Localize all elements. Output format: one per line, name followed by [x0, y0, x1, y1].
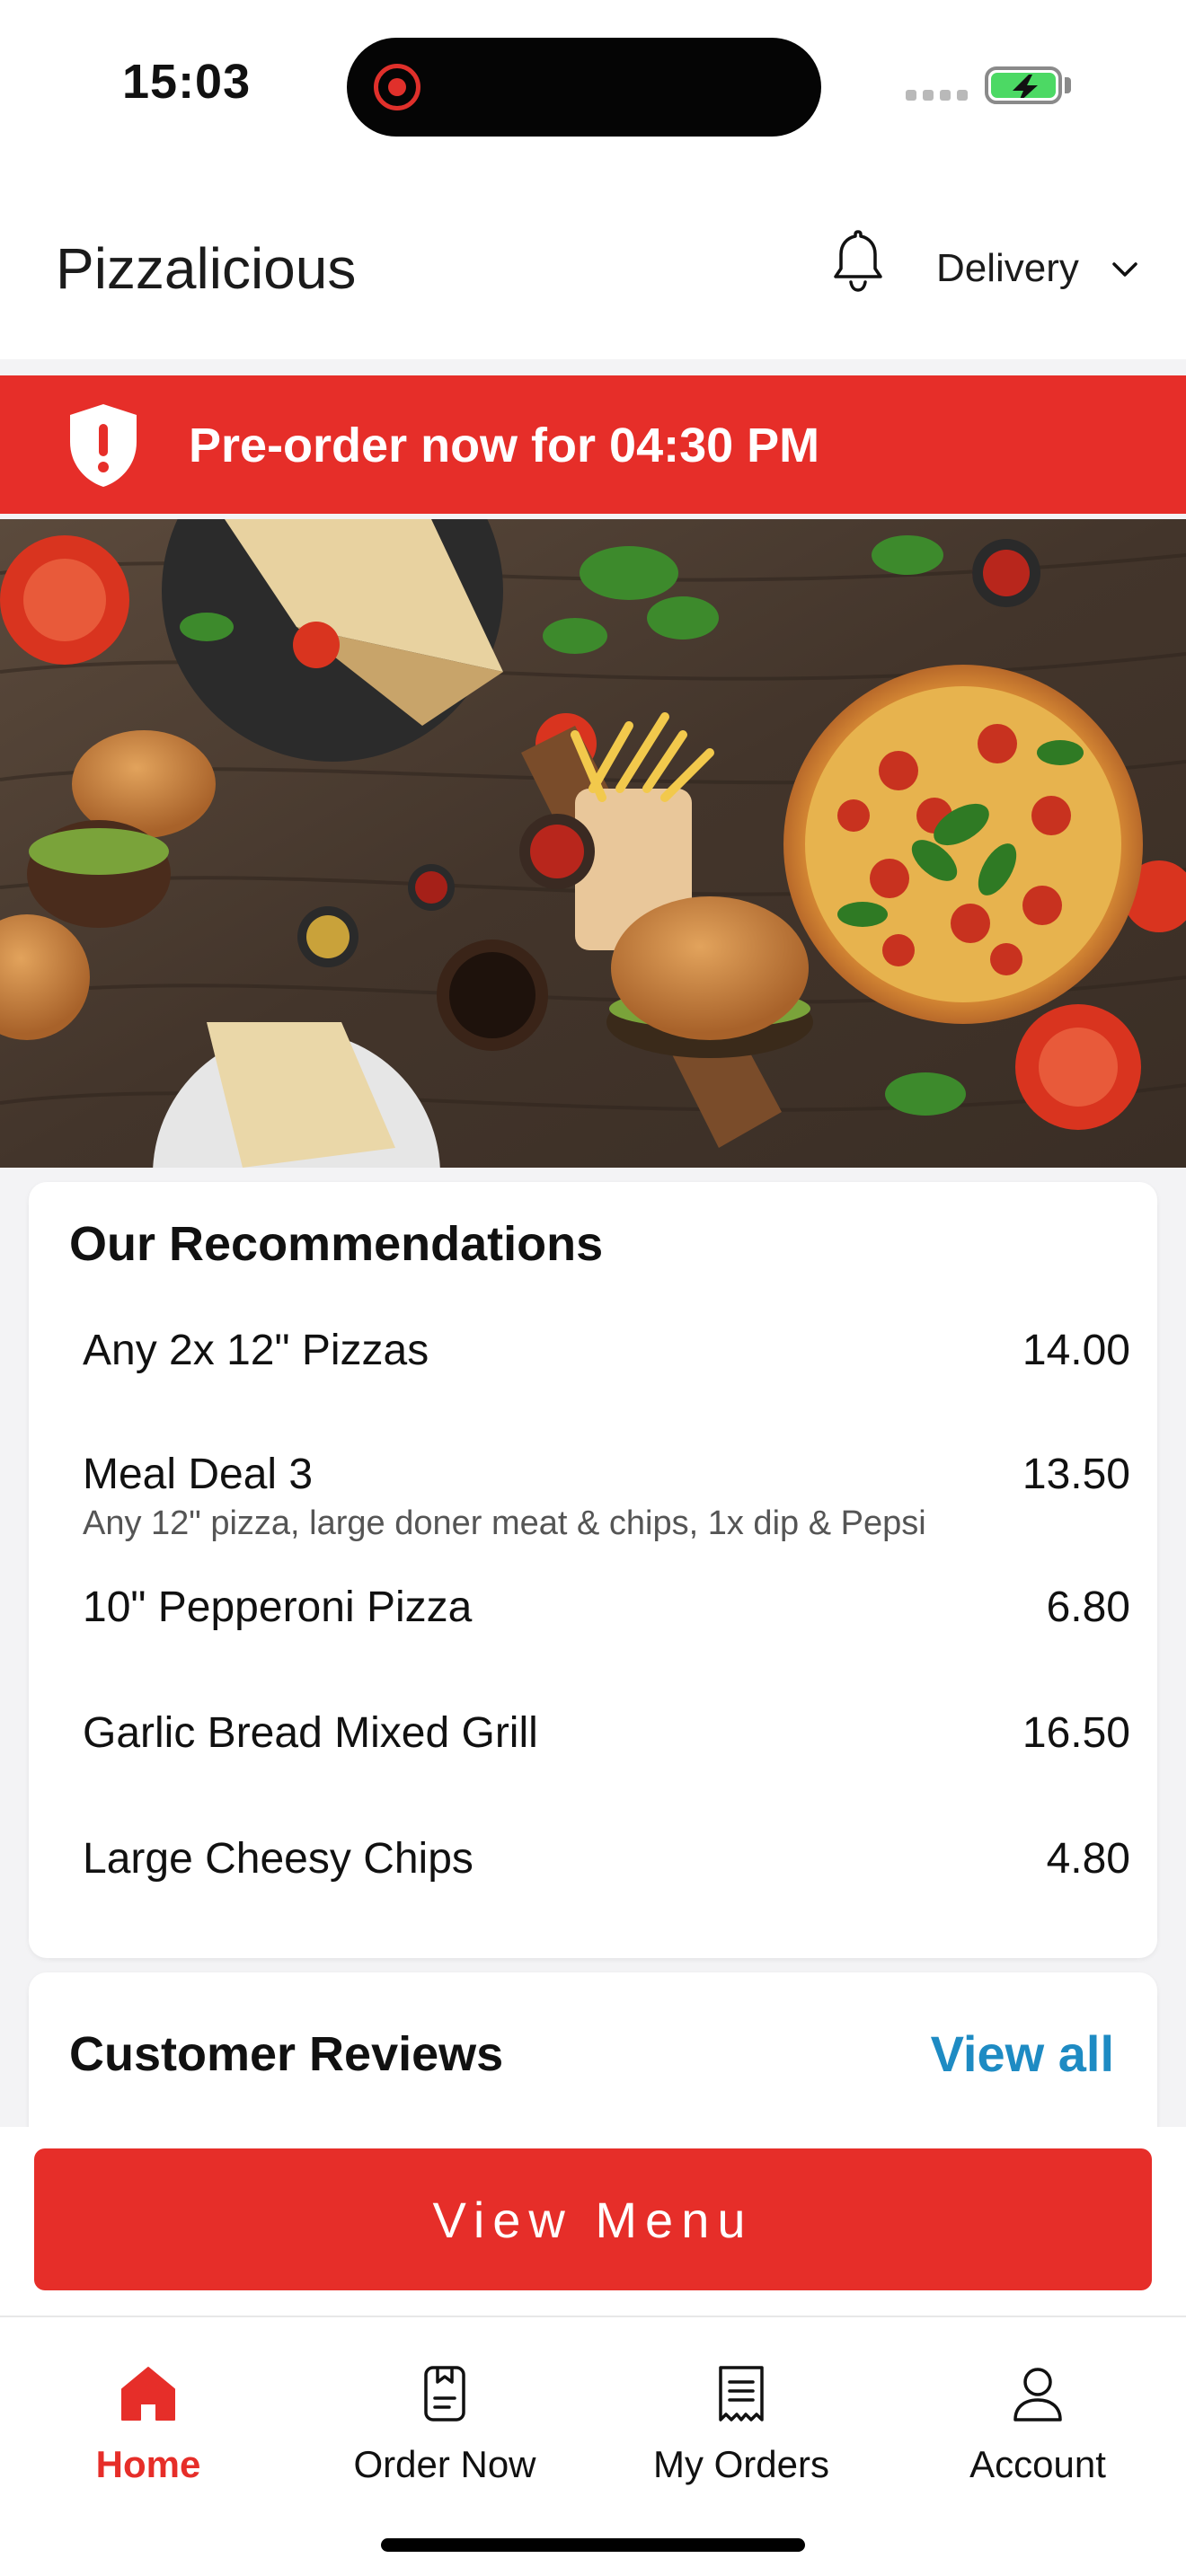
battery-icon [985, 66, 1062, 104]
recommendations-card: Our Recommendations Any 2x 12" Pizzas 14… [29, 1182, 1157, 1958]
hero-food-image [0, 519, 1186, 1168]
item-price: 13.50 [1022, 1451, 1130, 1498]
app-title: Pizzalicious [56, 236, 357, 301]
recommendations-title: Our Recommendations [69, 1217, 604, 1271]
tab-label: Home [95, 2443, 201, 2485]
item-name: Large Cheesy Chips [83, 1835, 474, 1883]
recommendation-item[interactable]: Meal Deal 3 Any 12" pizza, large doner m… [83, 1450, 1130, 1543]
signal-icon [906, 90, 969, 101]
recommendation-item[interactable]: Any 2x 12" Pizzas 14.00 [83, 1326, 1130, 1375]
reviews-title: Customer Reviews [69, 2027, 504, 2081]
bell-icon[interactable] [827, 226, 890, 298]
recommendation-item[interactable]: Large Cheesy Chips 4.80 [83, 1834, 1130, 1883]
status-bar: 15:03 [0, 0, 1186, 162]
preorder-banner[interactable]: Pre-order now for 04:30 PM [0, 375, 1186, 514]
item-price: 16.50 [1022, 1709, 1130, 1757]
screen-recording-icon [374, 64, 420, 110]
preorder-text: Pre-order now for 04:30 PM [189, 419, 820, 472]
battery-cap [1065, 77, 1071, 93]
item-name: Meal Deal 3 [83, 1451, 314, 1498]
item-price: 4.80 [1046, 1835, 1130, 1883]
view-menu-button[interactable]: View Menu [34, 2148, 1152, 2290]
tab-home[interactable]: Home [0, 2362, 296, 2486]
tab-label: Order Now [353, 2443, 536, 2485]
tab-bar: Home Order Now My Orders Account [0, 2316, 1186, 2576]
screen: 15:03 Pizzalicious Delivery Pre-order no… [0, 0, 1186, 2576]
receipt-icon [719, 2366, 764, 2422]
tab-account[interactable]: Account [890, 2362, 1186, 2486]
delivery-mode-select[interactable]: Delivery [936, 246, 1079, 291]
view-all-reviews-link[interactable]: View all [931, 2025, 1114, 2083]
home-icon [121, 2367, 175, 2421]
tab-my-orders[interactable]: My Orders [593, 2362, 890, 2486]
app-header: Pizzalicious Delivery [0, 162, 1186, 359]
item-price: 14.00 [1022, 1327, 1130, 1374]
user-icon [1013, 2368, 1062, 2422]
order-icon [424, 2366, 465, 2422]
item-name: Any 2x 12" Pizzas [83, 1327, 429, 1374]
status-time: 15:03 [122, 55, 252, 109]
item-name: Garlic Bread Mixed Grill [83, 1709, 538, 1757]
dynamic-island [347, 38, 821, 137]
recommendation-item[interactable]: Garlic Bread Mixed Grill 16.50 [83, 1708, 1130, 1758]
reviews-card: Customer Reviews View all [29, 1972, 1157, 2152]
recommendation-item[interactable]: 10" Pepperoni Pizza 6.80 [83, 1583, 1130, 1632]
tab-label: My Orders [652, 2443, 829, 2485]
item-name: 10" Pepperoni Pizza [83, 1584, 473, 1631]
tab-label: Account [969, 2443, 1106, 2485]
chevron-down-icon[interactable] [1107, 251, 1143, 287]
item-description: Any 12" pizza, large doner meat & chips,… [83, 1504, 926, 1542]
item-price: 6.80 [1046, 1584, 1130, 1631]
tab-order-now[interactable]: Order Now [296, 2362, 593, 2486]
alert-shield-icon [70, 404, 137, 487]
home-indicator [381, 2538, 805, 2552]
